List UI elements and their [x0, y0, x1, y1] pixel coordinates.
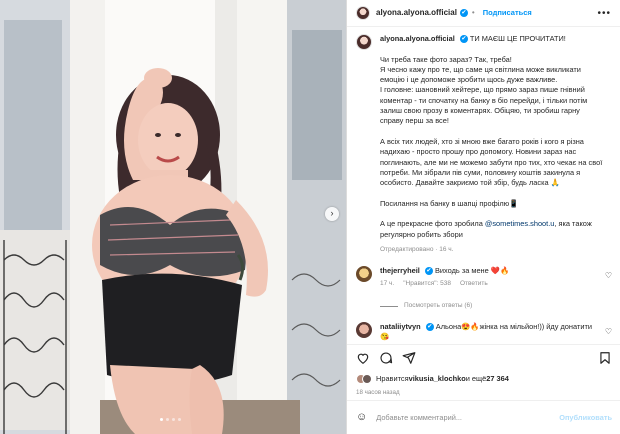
caption-body: alyona.alyona.official ✔ ТИ МАЄШ ЦЕ ПРОЧ…	[380, 34, 612, 254]
comment-text-line: thejerryheil ✔ Виходь за мене ❤️🔥	[380, 266, 592, 276]
comment-main: nataliiytvyn ✔ Альона😍🔥жінка на мільйон!…	[380, 322, 592, 342]
comment-like-heart-icon[interactable]: ♡	[605, 327, 612, 337]
carousel-dot	[172, 418, 175, 421]
view-replies-button[interactable]: Посмотреть ответы (6)	[380, 302, 472, 310]
caption-line: Чи треба таке фото зараз? Так, треба!	[380, 54, 512, 64]
publish-button[interactable]: Опубликовать	[559, 413, 612, 423]
liker-username[interactable]: vikusia_klochko	[409, 374, 466, 384]
comment-likes[interactable]: "Нравится": 538	[403, 280, 451, 288]
caption-line: Я чесно кажу про те, що саме ця світлина…	[380, 64, 581, 74]
caption-line: І головне: шановний хейтере, що прямо за…	[380, 85, 585, 95]
post-photo[interactable]: ›	[0, 0, 346, 434]
post-caption: alyona.alyona.official ✔ ТИ МАЄШ ЦЕ ПРОЧ…	[347, 34, 620, 254]
carousel-dot	[178, 418, 181, 421]
comment-main: thejerryheil ✔ Виходь за мене ❤️🔥 17 ч. …	[380, 266, 592, 288]
share-button[interactable]	[402, 351, 416, 365]
verified-icon: ✔	[424, 267, 433, 276]
separator-dot: •	[471, 7, 475, 17]
view-replies-label: Посмотреть ответы (6)	[404, 302, 473, 309]
comment-text-line: nataliiytvyn ✔ Альона😍🔥жінка на мільйон!…	[380, 322, 592, 332]
caption-text: , яка також	[554, 219, 592, 229]
comment-item: thejerryheil ✔ Виходь за мене ❤️🔥 17 ч. …	[356, 266, 612, 288]
caption-line: справу перш за все!	[380, 116, 449, 126]
author-avatar[interactable]	[356, 6, 370, 20]
caption-line: коментар - ти спочатку на банку в біо пе…	[380, 95, 588, 105]
likes-middle: и ещё	[465, 374, 487, 384]
emoji-icon[interactable]: ☺	[356, 410, 367, 424]
like-button[interactable]	[356, 351, 370, 365]
add-comment-input[interactable]	[376, 413, 557, 422]
caption-line: потреби. Ми зібрали пів суми, половину к…	[380, 167, 581, 177]
commenter-username[interactable]: nataliiytvyn	[380, 322, 421, 331]
commenter-avatar[interactable]	[356, 322, 372, 338]
share-icon	[402, 351, 416, 364]
comments-scroll-area[interactable]: alyona.alyona.official ✔ ТИ МАЄШ ЦЕ ПРОЧ…	[347, 34, 620, 334]
comment-text-line: 😘	[380, 332, 390, 341]
follow-button[interactable]: Подписаться	[483, 8, 532, 18]
commenter-avatar[interactable]	[356, 266, 372, 282]
caption-line: особисто. Давайте закриємо той збір, буд…	[380, 178, 560, 188]
comment-meta: 17 ч. "Нравится": 538 Ответить	[380, 280, 592, 288]
author-username[interactable]: alyona.alyona.official	[376, 8, 457, 18]
likes-summary: Нравится vikusia_klochko и ещё 27 364	[356, 374, 509, 384]
heart-icon	[357, 353, 369, 364]
caption-line: емоцію і це допоможе зробити щось дуже в…	[380, 75, 558, 85]
likes-count[interactable]: 27 364	[486, 374, 509, 384]
comment-item: nataliiytvyn ✔ Альона😍🔥жінка на мільйон!…	[356, 322, 612, 342]
caption-text: А це прекрасне фото зробила	[380, 219, 485, 229]
add-comment-row: ☺ Опубликовать	[347, 400, 620, 434]
next-photo-button[interactable]: ›	[325, 207, 339, 221]
photo-illustration	[0, 0, 346, 434]
caption-username[interactable]: alyona.alyona.official	[380, 34, 455, 43]
caption-headline: ТИ МАЄШ ЦЕ ПРОЧИТАТИ!	[469, 34, 566, 43]
post-header: alyona.alyona.official ✔ • Подписаться •…	[347, 0, 620, 27]
chevron-right-icon: ›	[330, 208, 334, 219]
comment-like-heart-icon[interactable]: ♡	[605, 271, 612, 281]
commenter-username[interactable]: thejerryheil	[380, 266, 420, 275]
carousel-dot	[166, 418, 169, 421]
reply-button[interactable]: Ответить	[460, 280, 488, 288]
likes-prefix: Нравится	[376, 374, 409, 384]
comment-button[interactable]	[379, 351, 393, 365]
caption-line: Посилання на банку в шапці профілю📱	[380, 198, 519, 208]
comment-icon	[380, 351, 393, 364]
caption-line: регулярно робить збори	[380, 229, 463, 239]
liker-avatar	[362, 374, 372, 384]
caption-line: А це прекрасне фото зробила @sometimes.s…	[380, 219, 612, 229]
photographer-mention-link[interactable]: @sometimes.shoot.u	[485, 219, 555, 228]
comment-text: Виходь за мене ❤️🔥	[434, 266, 510, 275]
caption-line: А всіх тих людей, хто зі мною вже багато…	[380, 136, 584, 146]
post-timestamp[interactable]: 18 часов назад	[356, 389, 400, 397]
carousel-dot	[160, 418, 163, 421]
caption-headline-line: alyona.alyona.official ✔ ТИ МАЄШ ЦЕ ПРОЧ…	[380, 34, 612, 44]
caption-line: поглинають, але ми не можемо забути про …	[380, 157, 603, 167]
caption-line: надихаю - просто прошу про допомогу. Нов…	[380, 147, 577, 157]
carousel-indicator	[160, 418, 181, 421]
comment-text: Альона😍🔥жінка на мільйон!)) йду донатити	[435, 322, 592, 331]
more-options-button[interactable]: •••	[597, 7, 611, 20]
post-side-panel: alyona.alyona.official ✔ • Подписаться •…	[346, 0, 620, 434]
edited-label: Отредактировано · 16 ч.	[380, 245, 454, 253]
verified-icon: ✔	[459, 9, 468, 17]
save-button[interactable]	[598, 351, 612, 365]
caption-line: залиш свою прозу в коментарях. Обіцяю, т…	[380, 106, 580, 116]
verified-icon: ✔	[425, 323, 434, 332]
caption-author-avatar[interactable]	[356, 34, 372, 50]
post-actions	[347, 344, 620, 370]
verified-icon: ✔	[459, 35, 468, 44]
instagram-post-dialog: › alyona.alyona.official ✔ • Подписаться…	[0, 0, 620, 434]
comment-time: 17 ч.	[380, 280, 395, 287]
replies-line	[380, 305, 398, 307]
bookmark-icon	[600, 351, 610, 364]
